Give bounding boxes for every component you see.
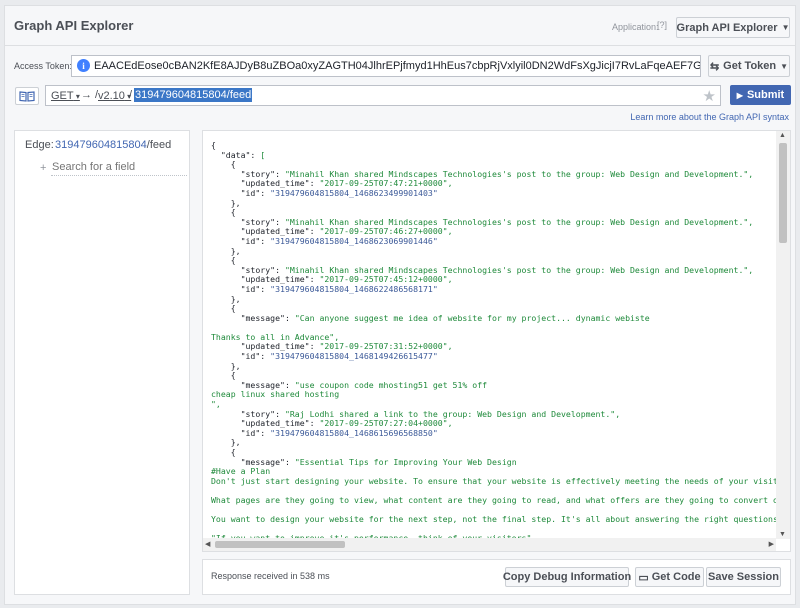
explorer-panel: Graph API Explorer Application: [?] Grap…: [4, 5, 796, 605]
path-slash: /: [129, 89, 133, 101]
response-line: "id": "319479604815804_1468623499901403": [211, 187, 438, 198]
edge-suffix: /feed: [146, 139, 172, 151]
access-token-field[interactable]: i EAACEdEose0cBAN2KfE8AJDyB8uZBOa0xyZAGT…: [71, 55, 701, 77]
response-line: "message": "Essential Tips for Improving…: [211, 456, 517, 467]
star-icon[interactable]: ★: [703, 87, 716, 105]
chevron-down-icon: ▼: [780, 61, 789, 71]
response-line: },: [211, 360, 241, 371]
help-link[interactable]: [?]: [657, 20, 667, 30]
response-line: {: [211, 140, 216, 150]
edge-label: Edge:: [25, 139, 54, 151]
field-sidebar: Edge: 319479604815804/feed +: [14, 130, 190, 595]
response-panel: { "data": [ { "story": "Minahil Khan sha…: [202, 130, 791, 552]
book-icon[interactable]: [15, 87, 39, 105]
application-label: Application:: [612, 22, 659, 32]
response-line: What pages are they going to view, what …: [211, 494, 776, 505]
http-method-selector[interactable]: GET ▾: [51, 90, 80, 102]
scroll-left-icon[interactable]: ◀: [205, 540, 210, 548]
response-line: },: [211, 293, 241, 304]
horizontal-scroll-thumb[interactable]: [215, 541, 345, 548]
field-search-input[interactable]: [51, 159, 187, 176]
response-line: "id": "319479604815804_1468149426615477": [211, 351, 438, 362]
get-code-label: Get Code: [651, 571, 701, 583]
chevron-down-icon: ▾: [73, 92, 80, 101]
response-line: You want to design your website for the …: [211, 514, 776, 525]
response-line: },: [211, 437, 241, 448]
page-title: Graph API Explorer: [14, 18, 134, 33]
get-token-label: Get Token: [723, 60, 777, 72]
horizontal-scrollbar[interactable]: ◀ ▶: [203, 538, 776, 551]
learn-more-link[interactable]: Learn more about the Graph API syntax: [630, 112, 789, 122]
response-line: "id": "319479604815804_1468615696568850": [211, 427, 438, 438]
http-method-label: GET: [51, 90, 74, 102]
response-json: { "data": [ { "story": "Minahil Khan sha…: [203, 131, 776, 539]
copy-debug-button[interactable]: Copy Debug Information: [503, 567, 631, 587]
edge-value: 319479604815804/feed: [55, 139, 171, 151]
application-selector-label: Graph API Explorer: [676, 21, 778, 34]
request-url-field[interactable]: GET ▾ → / v2.10 ▾ / 319479604815804/feed…: [45, 85, 721, 106]
code-icon: ▭: [638, 571, 649, 584]
response-line: },: [211, 245, 241, 256]
scroll-right-icon[interactable]: ▶: [769, 540, 774, 548]
save-session-button[interactable]: Save Session: [706, 567, 781, 587]
response-status: Response received in 538 ms: [211, 571, 330, 581]
application-selector-button[interactable]: Graph API Explorer ▼: [676, 17, 790, 38]
vertical-scrollbar[interactable]: ▲ ▼: [776, 131, 790, 539]
submit-button[interactable]: ▶ Submit: [730, 85, 791, 105]
api-version-label: v2.10: [98, 90, 125, 102]
submit-label: Submit: [746, 89, 785, 101]
swap-icon: ⇆: [709, 60, 720, 73]
api-version-selector[interactable]: v2.10 ▾: [98, 90, 131, 102]
vertical-scroll-thumb[interactable]: [779, 143, 787, 243]
get-code-button[interactable]: ▭ Get Code: [635, 567, 704, 587]
response-line: Don't just start designing your website.…: [211, 475, 776, 486]
response-footer: Response received in 538 ms Copy Debug I…: [202, 559, 791, 595]
access-token-value[interactable]: EAACEdEose0cBAN2KfE8AJDyB8uZBOa0xyZAGTH0…: [94, 60, 700, 72]
plus-icon[interactable]: +: [40, 162, 46, 174]
scroll-up-icon[interactable]: ▲: [779, 132, 786, 139]
chevron-down-icon: ▼: [781, 23, 790, 32]
request-path-input[interactable]: 319479604815804/feed: [134, 88, 253, 102]
info-icon[interactable]: i: [77, 59, 90, 72]
url-separator: → /: [81, 89, 99, 101]
header-bar: Graph API Explorer Application: [?] Grap…: [5, 6, 795, 46]
response-line: "id": "319479604815804_1468622486568171": [211, 283, 438, 294]
response-line: "id": "319479604815804_1468623069901446": [211, 235, 438, 246]
get-token-button[interactable]: ⇆ Get Token ▼: [708, 55, 790, 77]
response-line: },: [211, 197, 241, 208]
scroll-down-icon[interactable]: ▼: [779, 531, 786, 538]
play-icon: ▶: [736, 90, 743, 100]
edge-node-link[interactable]: 319479604815804: [55, 139, 147, 151]
response-line: "data": [: [211, 149, 266, 160]
response-line: "message": "Can anyone suggest me idea o…: [211, 312, 650, 323]
access-token-label: Access Token:: [14, 61, 72, 71]
response-line: cheap linux shared hosting: [211, 389, 340, 400]
